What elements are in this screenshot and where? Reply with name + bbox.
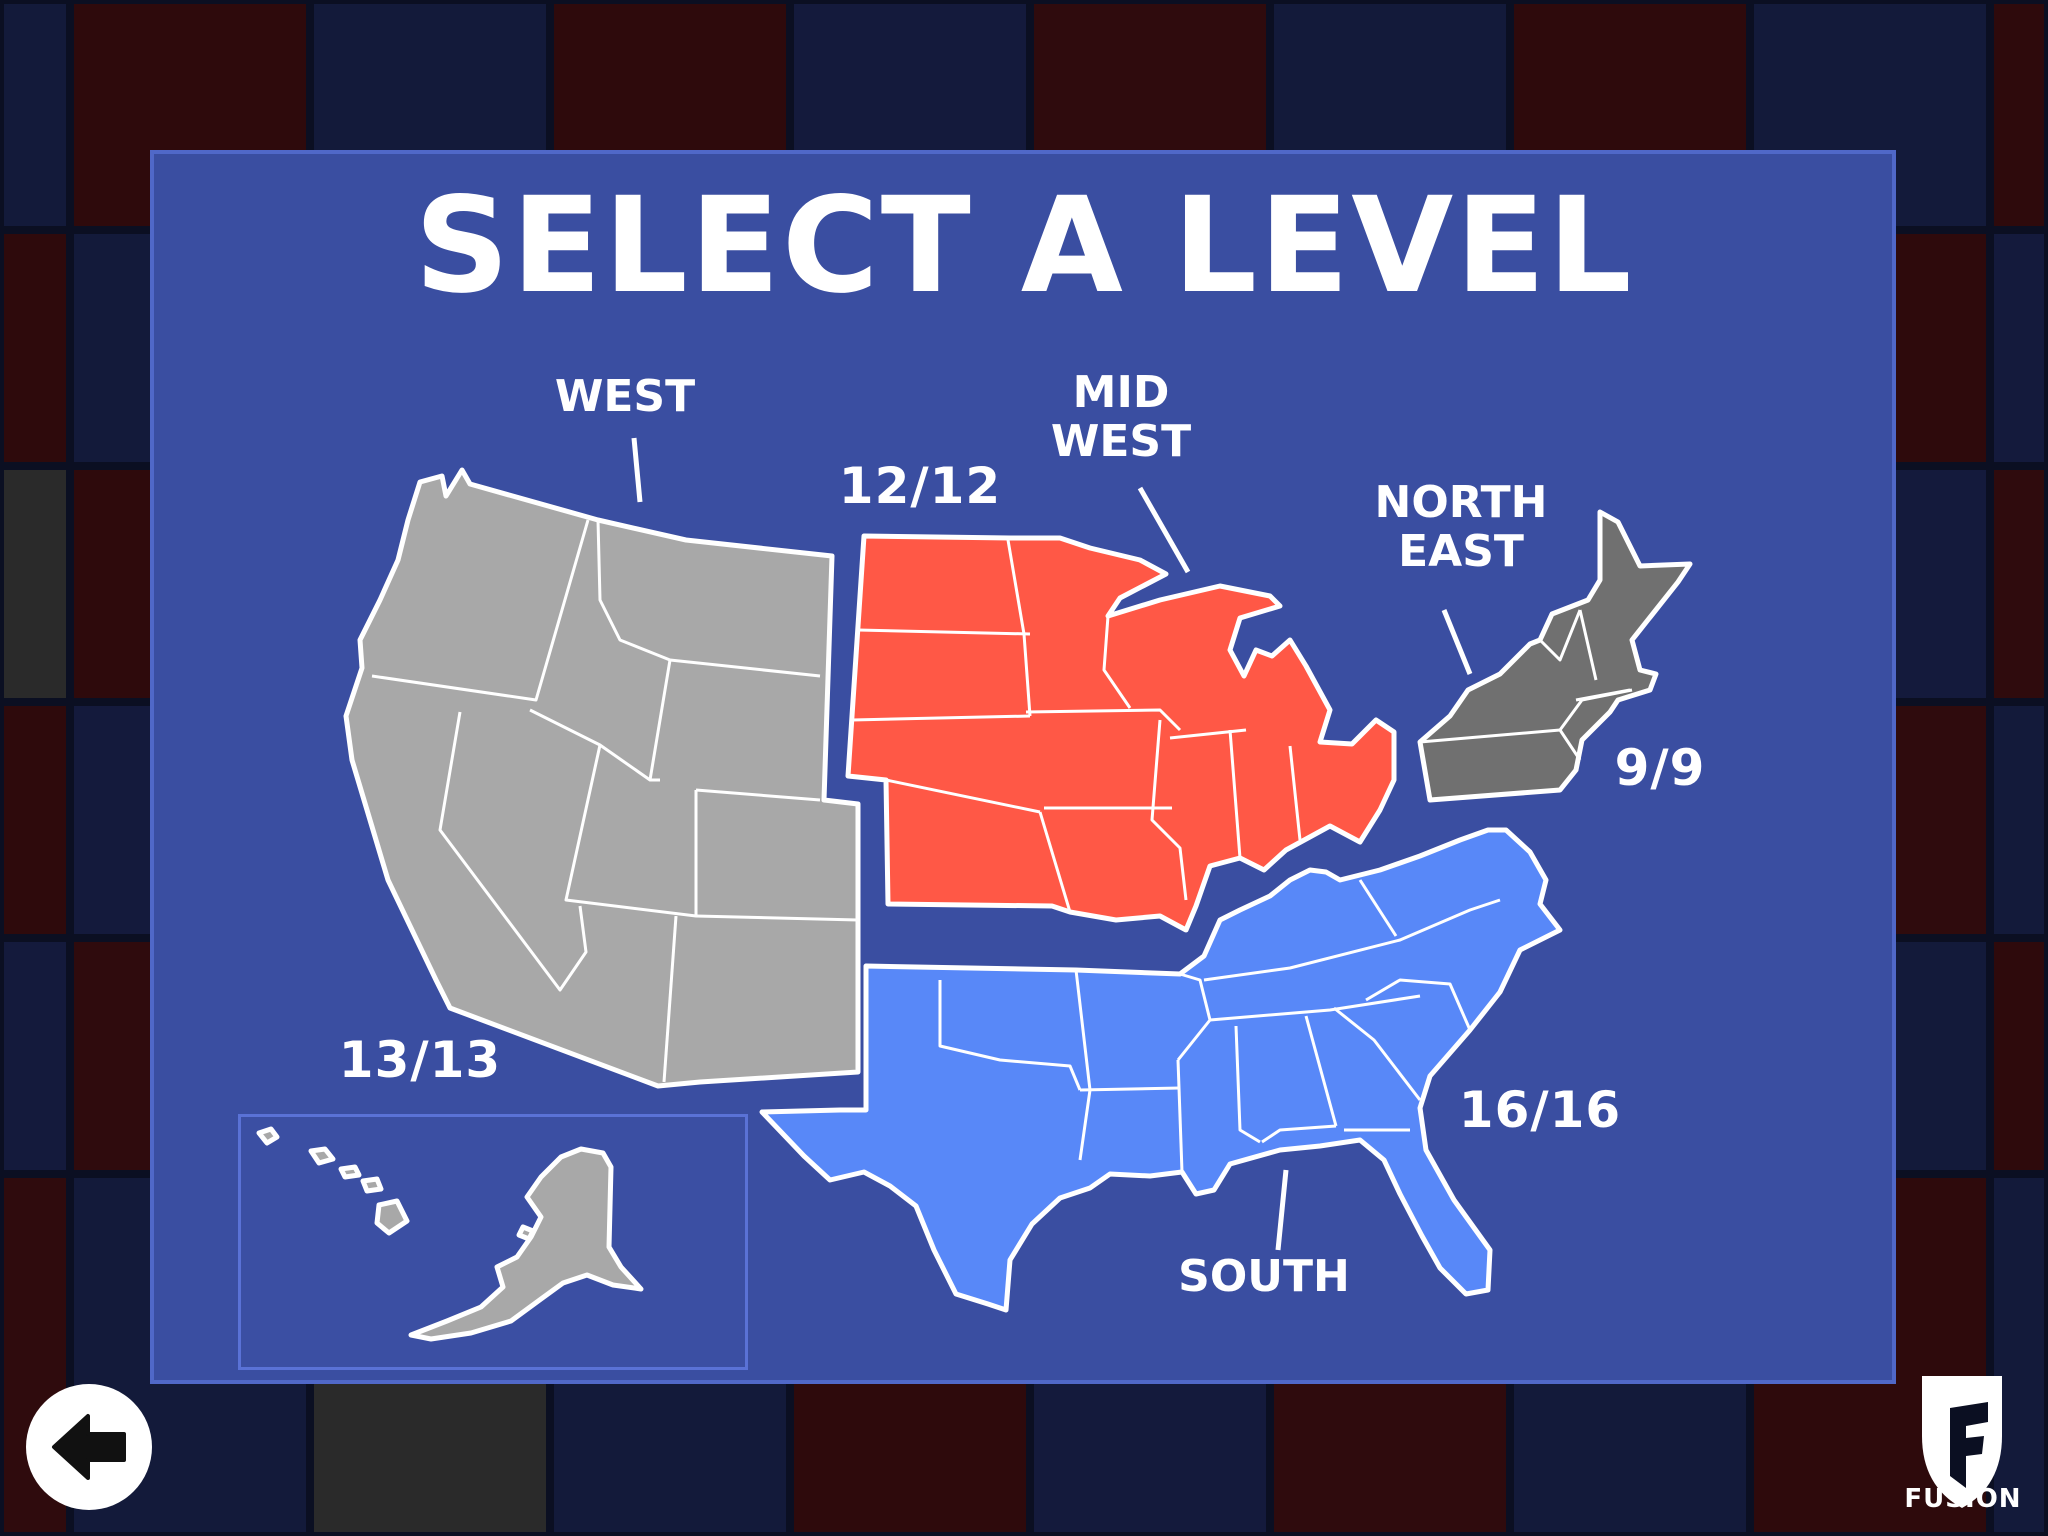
fusion-brand-name: FUSION <box>1904 1484 2022 1514</box>
region-west-hawaii[interactable] <box>256 1126 410 1236</box>
northeast-label-line2: EAST <box>1398 526 1524 578</box>
northeast-label-line1: NORTH <box>1374 477 1548 528</box>
west-leader-line <box>631 437 643 503</box>
midwest-label-line1: MID <box>1072 367 1170 418</box>
midwest-label-line2: WEST <box>1050 416 1192 468</box>
region-west-alaska[interactable] <box>408 1146 644 1342</box>
west-label: WEST <box>554 371 696 422</box>
northeast-progress: 9/9 <box>1614 739 1706 797</box>
northeast-leader-line <box>1441 609 1473 675</box>
midwest-label: MID WEST <box>1036 368 1206 467</box>
south-leader-line <box>1275 1169 1289 1251</box>
back-arrow-icon <box>52 1414 126 1480</box>
south-progress: 16/16 <box>1458 1081 1622 1139</box>
region-west[interactable] <box>343 467 861 1089</box>
inset-map <box>256 1126 644 1342</box>
west-progress: 13/13 <box>338 1031 502 1089</box>
alaska-hawaii-inset <box>238 1114 748 1370</box>
midwest-leader-line <box>1137 486 1191 574</box>
northeast-label: NORTH EAST <box>1356 478 1566 577</box>
back-button[interactable] <box>26 1384 152 1510</box>
south-label: SOUTH <box>1178 1251 1350 1302</box>
midwest-progress: 12/12 <box>838 457 1002 515</box>
